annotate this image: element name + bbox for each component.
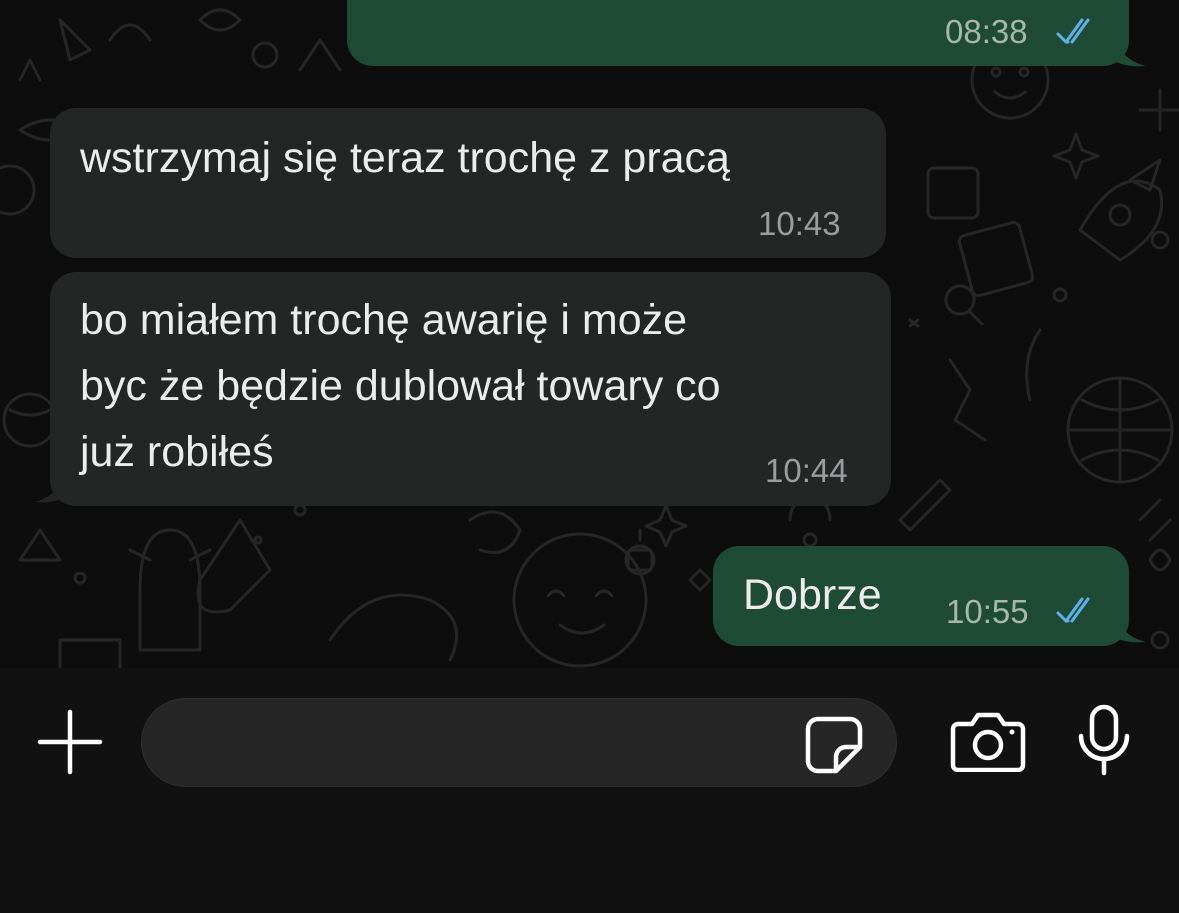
read-receipt-icon (1056, 18, 1090, 44)
bubble-tail (34, 466, 70, 503)
read-receipt-icon (1056, 597, 1090, 623)
message-bubble-incoming[interactable]: bo miałem trochę awarię i może byc że bę… (50, 272, 891, 506)
plus-icon[interactable] (36, 708, 104, 776)
message-time: 10:55 (946, 593, 1029, 630)
message-text: wstrzymaj się teraz trochę z pracą (80, 134, 730, 182)
message-bubble-outgoing[interactable]: 08:38 (347, 0, 1129, 66)
message-time: 10:44 (765, 452, 848, 489)
message-bubble-outgoing[interactable]: Dobrze 10:55 (713, 546, 1129, 646)
chat-area: 08:38 wstrzymaj się teraz trochę z pracą… (0, 0, 1179, 668)
bubble-tail (1110, 606, 1146, 643)
camera-icon[interactable] (950, 710, 1026, 772)
microphone-icon[interactable] (1076, 704, 1132, 776)
bubble-tail (1110, 30, 1146, 67)
message-input[interactable] (172, 699, 796, 788)
message-time: 10:43 (758, 205, 841, 242)
message-text: Dobrze (743, 571, 882, 619)
message-bubble-incoming[interactable]: wstrzymaj się teraz trochę z pracą 10:43 (50, 108, 886, 258)
message-time: 08:38 (945, 13, 1028, 50)
sticker-icon[interactable] (804, 715, 864, 775)
message-input-container[interactable] (141, 698, 897, 788)
message-text: bo miałem trochę awarię i może byc że bę… (80, 296, 721, 476)
